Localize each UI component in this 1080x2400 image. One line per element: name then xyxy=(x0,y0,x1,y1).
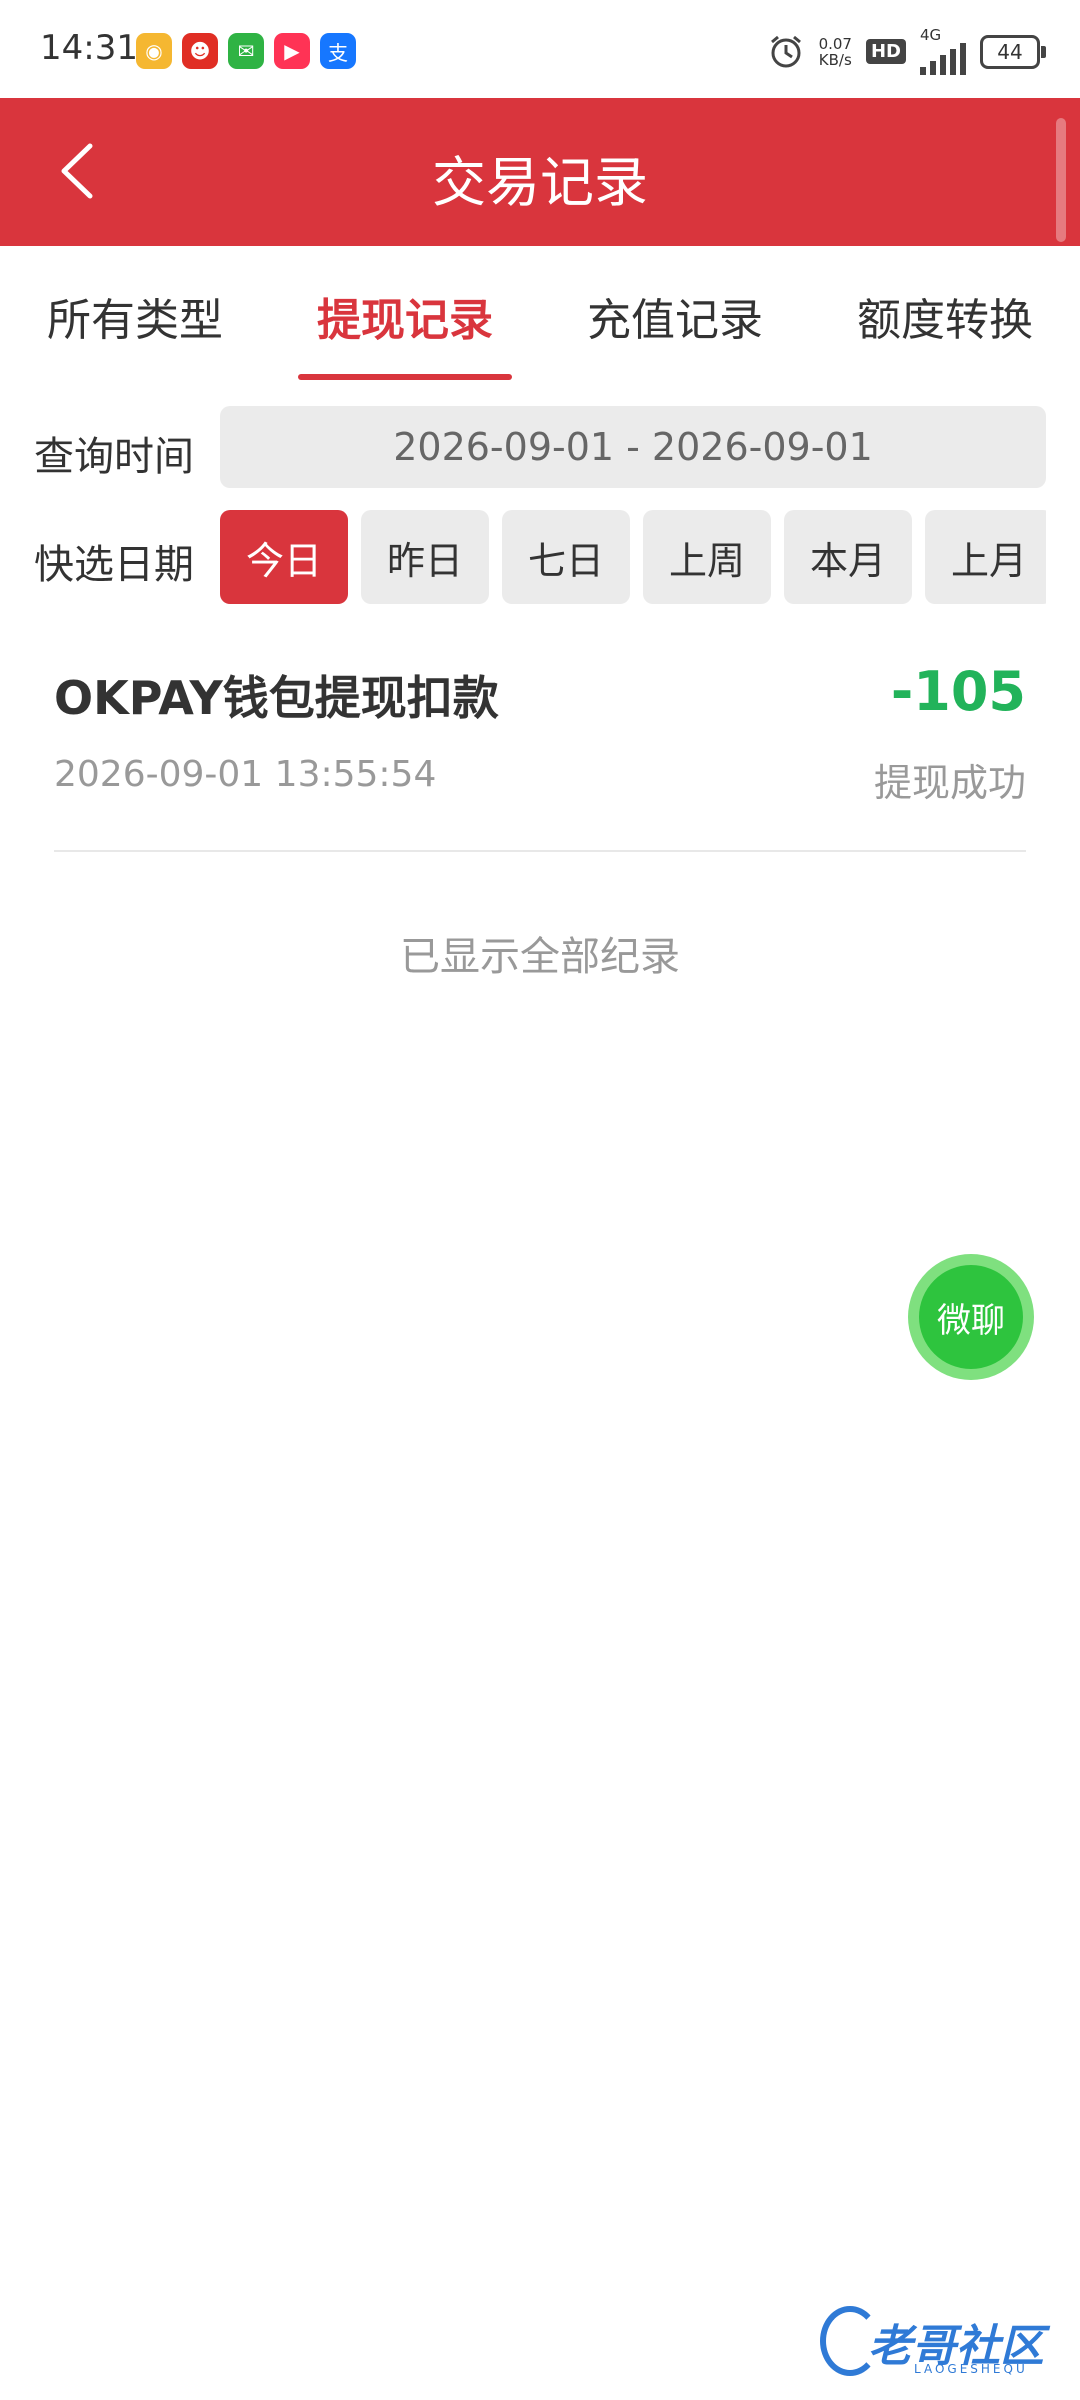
record-type-tabs: 所有类型 提现记录 充值记录 额度转换 xyxy=(0,246,1080,386)
network-speed: 0.07 KB/s xyxy=(819,36,852,68)
quick-date-last-month[interactable]: 上月 xyxy=(925,510,1046,604)
network-speed-unit: KB/s xyxy=(818,50,852,69)
tab-deposit-records[interactable]: 充值记录 xyxy=(540,246,810,386)
quick-date-options: 今日 昨日 七日 上周 本月 上月 xyxy=(220,510,1046,604)
chat-float-button[interactable]: 微聊 xyxy=(908,1254,1034,1380)
date-range-picker[interactable]: 2026-09-01 - 2026-09-01 xyxy=(220,406,1046,488)
page-title: 交易记录 xyxy=(432,151,648,214)
quick-date-today[interactable]: 今日 xyxy=(220,510,348,604)
tab-quota-transfer[interactable]: 额度转换 xyxy=(810,246,1080,386)
tab-all-types[interactable]: 所有类型 xyxy=(0,246,270,386)
query-time-label: 查询时间 xyxy=(34,434,194,480)
wechat-icon: ✉ xyxy=(228,33,264,69)
quick-date-this-month[interactable]: 本月 xyxy=(784,510,912,604)
record-status: 提现成功 xyxy=(873,761,1026,805)
status-bar: 14:31 ◉ ☻ ✉ ▶ 支 0.07 KB/s HD 4G 44 xyxy=(0,0,1080,98)
alarm-icon xyxy=(770,35,801,67)
record-title: OKPAY钱包提现扣款 xyxy=(54,671,499,725)
cellular-signal: 4G xyxy=(920,28,966,75)
list-item[interactable]: OKPAY钱包提现扣款 -105 2026-09-01 13:55:54 提现成… xyxy=(54,640,1026,852)
status-indicators: 0.07 KB/s HD 4G 44 xyxy=(767,28,1046,75)
quick-date-yesterday[interactable]: 昨日 xyxy=(361,510,489,604)
network-type: 4G xyxy=(920,26,942,44)
signal-bars-icon xyxy=(920,43,966,75)
status-time: 14:31 xyxy=(40,28,138,68)
video-app-icon: ▶ xyxy=(274,33,310,69)
notification-app-icons: ◉ ☻ ✉ ▶ 支 xyxy=(136,33,356,69)
app-header: 交易记录 xyxy=(0,98,1080,246)
weibo-icon: ◉ xyxy=(136,33,172,69)
tab-withdraw-records[interactable]: 提现记录 xyxy=(270,246,540,386)
pinduoduo-icon: ☻ xyxy=(182,33,218,69)
end-of-list-note: 已显示全部纪录 xyxy=(400,934,680,980)
network-speed-value: 0.07 xyxy=(818,34,852,53)
battery-icon: 44 xyxy=(980,34,1046,69)
quick-date-last-week[interactable]: 上周 xyxy=(643,510,771,604)
quick-date-seven-days[interactable]: 七日 xyxy=(502,510,630,604)
hd-voice-badge: HD xyxy=(865,39,906,64)
quick-date-label: 快选日期 xyxy=(34,542,194,588)
watermark-logo: 老哥社区 LAOGESHEQU xyxy=(820,2306,1060,2380)
record-time: 2026-09-01 13:55:54 xyxy=(54,754,437,795)
alipay-icon: 支 xyxy=(320,33,356,69)
record-amount: -105 xyxy=(890,660,1026,723)
watermark-subtext: LAOGESHEQU xyxy=(914,2362,1028,2376)
battery-level: 44 xyxy=(997,39,1023,64)
chat-button-label: 微聊 xyxy=(919,1265,1023,1369)
scrollbar xyxy=(1056,118,1066,242)
